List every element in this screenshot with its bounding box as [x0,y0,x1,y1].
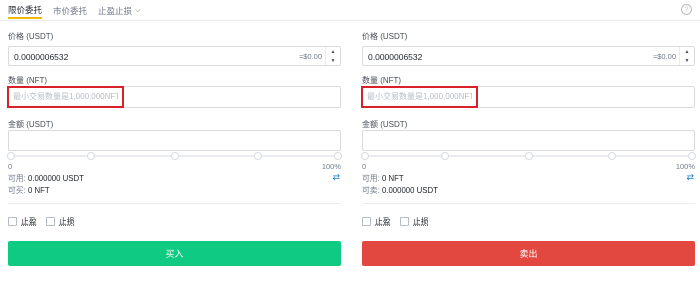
buy-price-value: 0.0000006532 [14,52,69,62]
sell-qty-label: 数量 (NFT) [362,76,402,85]
slider-mark-50[interactable] [168,150,181,162]
slider-handle[interactable] [5,150,17,162]
sell-price-input[interactable]: 0.0000006532 ≈$0.00 ▲ ▼ [362,46,695,66]
sell-percent-slider[interactable] [359,150,698,162]
checkbox-box[interactable] [46,217,55,226]
panel-divider [8,203,341,204]
buy-max: 可买: 0 NFT [8,185,50,196]
slider-min-label: 0 [362,162,367,171]
checkbox-box[interactable] [362,217,371,226]
sell-take-profit-checkbox[interactable]: 止盈 [362,216,391,227]
caret-up-icon[interactable]: ▲ [326,47,340,56]
slider-mark-25[interactable] [85,150,97,162]
buy-button[interactable]: 买入 [8,241,341,266]
available-label: 可用: [8,174,26,183]
take-profit-label: 止盈 [375,217,391,226]
buy-stop-loss-checkbox[interactable]: 止损 [46,216,75,227]
available-value: 0 NFT [381,174,404,183]
sell-amount-label: 金额 (USDT) [362,120,408,129]
sell-panel: 价格 (USDT) 0.0000006532 ≈$0.00 ▲ ▼ 数量 (NF… [359,22,698,291]
chevron-down-icon: ⌵ [135,7,141,14]
buy-amount-label: 金额 (USDT) [8,120,54,129]
slider-max-label: 100% [321,162,341,171]
available-label: 可用: [362,174,380,183]
sell-max: 可卖: 0.000000 USDT [362,185,438,196]
buy-price-input[interactable]: 0.0000006532 ≈$0.00 ▲ ▼ [8,46,341,66]
panel-divider [362,203,695,204]
slider-mark-75[interactable] [606,150,618,162]
sell-price-label: 价格 (USDT) [362,32,408,41]
caret-down-icon[interactable]: ▼ [680,56,694,65]
slider-min-label: 0 [8,162,13,171]
tab-stop-limit[interactable]: 止盈止损 ⌵ [98,5,140,17]
slider-mark-100[interactable] [685,150,698,162]
buy-price-label: 价格 (USDT) [8,32,54,41]
stop-loss-label: 止损 [59,217,75,226]
buy-amount-input[interactable] [8,130,341,151]
caret-down-icon[interactable]: ▼ [326,56,340,65]
slider-mark-75[interactable] [252,150,264,162]
take-profit-label: 止盈 [21,217,37,226]
slider-mark-50[interactable] [522,150,535,162]
max-sell-value: 0.000000 USDT [381,186,438,195]
sell-button[interactable]: 卖出 [362,241,695,266]
slider-mark-25[interactable] [439,150,451,162]
max-sell-label: 可卖: [362,186,380,195]
checkbox-box[interactable] [8,217,17,226]
buy-available: 可用: 0.000000 USDT [8,173,84,184]
sell-price-approx: ≈$0.00 [653,52,676,61]
buy-take-profit-checkbox[interactable]: 止盈 [8,216,37,227]
slider-handle[interactable] [359,150,371,162]
order-type-tabs: 限价委托 市价委托 止盈止损 ⌵ [8,4,140,19]
swap-icon[interactable]: ⇄ [332,172,340,183]
swap-icon[interactable]: ⇄ [686,172,694,183]
tab-stop-limit-label: 止盈止损 [98,6,133,16]
buy-percent-slider[interactable] [5,150,344,162]
caret-up-icon[interactable]: ▲ [680,47,694,56]
tabs-divider [0,20,700,21]
sell-amount-input[interactable] [362,130,695,151]
sell-price-stepper[interactable]: ▲ ▼ [679,47,694,65]
buy-qty-highlight [7,86,124,108]
slider-mark-100[interactable] [331,150,344,162]
sell-qty-input[interactable] [367,92,472,101]
available-value: 0.000000 USDT [27,174,84,183]
sell-available: 可用: 0 NFT [362,173,404,184]
stop-loss-label: 止损 [413,217,429,226]
buy-qty-label: 数量 (NFT) [8,76,48,85]
buy-panel: 价格 (USDT) 0.0000006532 ≈$0.00 ▲ ▼ 数量 (NF… [5,22,344,291]
question-circle-icon[interactable]: ? [681,4,692,15]
tab-limit-order[interactable]: 限价委托 [8,4,43,19]
max-buy-value: 0 NFT [27,186,50,195]
sell-qty-highlight [361,86,478,108]
buy-price-approx: ≈$0.00 [299,52,322,61]
tab-market-order[interactable]: 市价委托 [53,5,87,17]
max-buy-label: 可买: [8,186,26,195]
sell-price-value: 0.0000006532 [368,52,423,62]
buy-price-stepper[interactable]: ▲ ▼ [325,47,340,65]
sell-stop-loss-checkbox[interactable]: 止损 [400,216,429,227]
slider-max-label: 100% [675,162,695,171]
buy-qty-input[interactable] [13,92,118,101]
checkbox-box[interactable] [400,217,409,226]
